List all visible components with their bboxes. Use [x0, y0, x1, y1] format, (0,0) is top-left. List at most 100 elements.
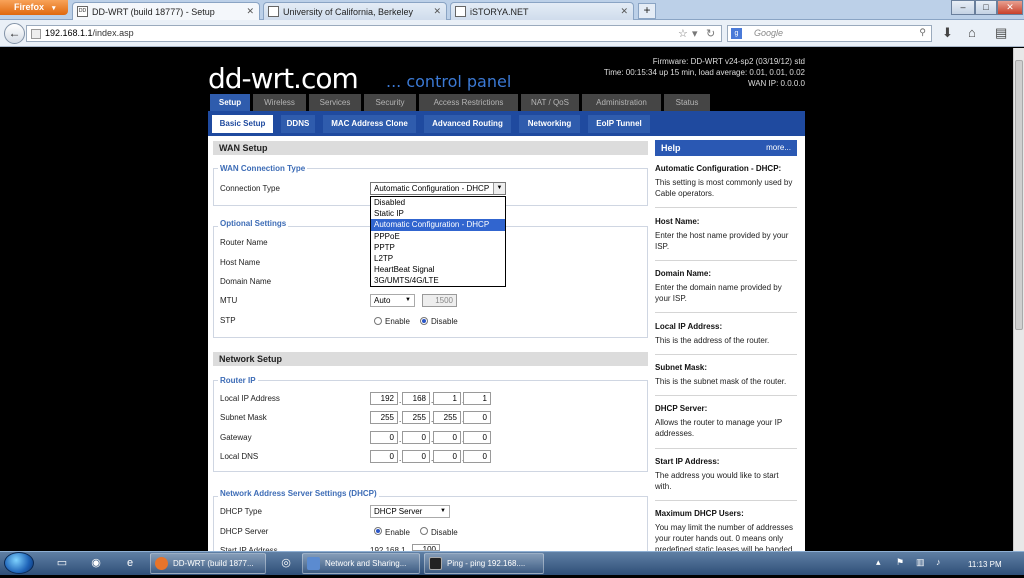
- ie-icon[interactable]: e: [120, 554, 140, 572]
- dhcp-server-label: DHCP Server: [220, 527, 269, 536]
- new-tab-button[interactable]: +: [638, 3, 656, 19]
- local-ip-octet-3[interactable]: 1: [433, 392, 461, 405]
- close-window-button[interactable]: ✕: [997, 0, 1023, 15]
- tab-services[interactable]: Services: [309, 94, 361, 111]
- tab-nat-qos[interactable]: NAT / QoS: [521, 94, 579, 111]
- close-tab-icon[interactable]: ✕: [433, 6, 441, 17]
- optional-settings-legend: Optional Settings: [218, 219, 289, 228]
- tab-berkeley[interactable]: University of California, Berkeley ✕: [263, 2, 447, 20]
- mtu-mode-select[interactable]: Auto ▼: [370, 294, 415, 307]
- local-ip-octet-4[interactable]: 1: [463, 392, 491, 405]
- home-icon[interactable]: ⌂: [968, 25, 976, 40]
- subnet-octet-1[interactable]: 255: [370, 411, 398, 424]
- download-icon[interactable]: ⬇: [942, 25, 953, 41]
- taskbar-network-button[interactable]: Network and Sharing...: [302, 553, 420, 574]
- gateway-octet-4[interactable]: 0: [463, 431, 491, 444]
- back-button[interactable]: ←: [4, 23, 25, 44]
- dhcp-type-value: DHCP Server: [374, 507, 423, 516]
- tab-security[interactable]: Security: [364, 94, 416, 111]
- option-dhcp[interactable]: Automatic Configuration - DHCP: [371, 219, 505, 231]
- help-more-link[interactable]: more...: [766, 143, 791, 152]
- option-pptp[interactable]: PPTP: [371, 242, 505, 253]
- dhcp-type-select[interactable]: DHCP Server ▼: [370, 505, 450, 518]
- help-item-title: Host Name:: [655, 217, 700, 226]
- help-item-text: Enter the host name provided by your ISP…: [655, 231, 789, 251]
- help-divider: [655, 312, 797, 313]
- gateway-octet-3[interactable]: 0: [433, 431, 461, 444]
- gateway-octet-1[interactable]: 0: [370, 431, 398, 444]
- media-icon[interactable]: ◉: [86, 554, 106, 572]
- subtab-ddns[interactable]: DDNS: [281, 115, 315, 133]
- minimize-button[interactable]: –: [951, 0, 975, 15]
- close-tab-icon[interactable]: ✕: [246, 6, 254, 17]
- help-divider: [655, 395, 797, 396]
- taskbar-clock[interactable]: 11:13 PM: [968, 560, 1002, 569]
- dhcp-disable-radio[interactable]: [420, 527, 428, 535]
- wan-connection-legend: WAN Connection Type: [218, 164, 308, 173]
- subnet-octet-3[interactable]: 255: [433, 411, 461, 424]
- option-static-ip[interactable]: Static IP: [371, 208, 505, 219]
- help-item: DHCP Server: Allows the router to manage…: [655, 404, 797, 439]
- url-bar[interactable]: 192.168.1.1/index.asp: [26, 25, 722, 42]
- stp-disable-radio[interactable]: [420, 317, 428, 325]
- reload-icon[interactable]: ↻: [706, 27, 715, 40]
- subnet-octet-2[interactable]: 255: [402, 411, 430, 424]
- taskbar-firefox-button[interactable]: DD-WRT (build 1877...: [150, 553, 266, 574]
- start-button[interactable]: [4, 552, 34, 574]
- gateway-octet-2[interactable]: 0: [402, 431, 430, 444]
- subtab-advanced-routing[interactable]: Advanced Routing: [424, 115, 511, 133]
- dns-octet-1[interactable]: 0: [370, 450, 398, 463]
- chevron-down-icon: ▾: [52, 5, 56, 12]
- option-disabled[interactable]: Disabled: [371, 197, 505, 208]
- local-ip-octet-2[interactable]: 168: [402, 392, 430, 405]
- tab-istorya[interactable]: iSTORYA.NET ✕: [450, 2, 634, 20]
- help-item-text: You may limit the number of addresses yo…: [655, 523, 793, 551]
- dns-octet-2[interactable]: 0: [402, 450, 430, 463]
- taskbar-ping-button[interactable]: Ping - ping 192.168....: [424, 553, 544, 574]
- stp-label: STP: [220, 316, 236, 325]
- uptime-text: Time: 00:15:34 up 15 min, load average: …: [603, 68, 805, 77]
- search-icon[interactable]: ⚲: [919, 27, 926, 38]
- explorer-icon[interactable]: ▭: [52, 554, 72, 572]
- menu-icon[interactable]: ▤: [995, 25, 1007, 41]
- option-l2tp[interactable]: L2TP: [371, 253, 505, 264]
- wan-ip-text: WAN IP: 0.0.0.0: [747, 79, 805, 88]
- tab-wireless[interactable]: Wireless: [253, 94, 306, 111]
- tab-ddwrt[interactable]: DD DD-WRT (build 18777) - Setup ✕: [72, 2, 260, 20]
- search-input[interactable]: g Google ⚲: [727, 25, 932, 42]
- subtab-mac-clone[interactable]: MAC Address Clone: [323, 115, 416, 133]
- tab-setup[interactable]: Setup: [210, 94, 250, 111]
- arrow-left-icon: ←: [8, 26, 21, 40]
- istorya-favicon-icon: [455, 6, 466, 17]
- stp-enable-radio[interactable]: [374, 317, 382, 325]
- firefox-menu-button[interactable]: Firefox ▾: [0, 0, 68, 15]
- start-ip-last-octet[interactable]: 100: [412, 544, 440, 551]
- connection-type-select[interactable]: Automatic Configuration - DHCP ▼: [370, 182, 506, 195]
- option-pppoe[interactable]: PPPoE: [371, 231, 505, 242]
- tab-administration[interactable]: Administration: [582, 94, 661, 111]
- help-item: Subnet Mask: This is the subnet mask of …: [655, 363, 797, 387]
- tab-access-restrictions[interactable]: Access Restrictions: [419, 94, 518, 111]
- close-tab-icon[interactable]: ✕: [620, 6, 628, 17]
- maximize-button[interactable]: □: [975, 0, 997, 15]
- bookmark-star-icon[interactable]: ☆: [678, 27, 688, 40]
- local-ip-octet-1[interactable]: 192: [370, 392, 398, 405]
- dns-octet-4[interactable]: 0: [463, 450, 491, 463]
- connection-type-dropdown[interactable]: Disabled Static IP Automatic Configurati…: [370, 196, 506, 287]
- option-heartbeat[interactable]: HeartBeat Signal: [371, 264, 505, 275]
- mtu-value-input[interactable]: 1500: [422, 294, 457, 307]
- dhcp-enable-radio[interactable]: [374, 527, 382, 535]
- subtab-eoip-tunnel[interactable]: EoIP Tunnel: [588, 115, 650, 133]
- page-scrollbar[interactable]: [1013, 48, 1024, 551]
- dropdown-arrow-icon[interactable]: ▾: [692, 27, 698, 40]
- subnet-octet-4[interactable]: 0: [463, 411, 491, 424]
- scrollbar-thumb[interactable]: [1015, 60, 1023, 330]
- local-dns-label: Local DNS: [220, 452, 259, 461]
- subtab-basic-setup[interactable]: Basic Setup: [212, 115, 273, 133]
- dns-octet-3[interactable]: 0: [433, 450, 461, 463]
- mtu-mode-value: Auto: [374, 296, 391, 305]
- chrome-icon[interactable]: ◎: [276, 554, 296, 572]
- tab-status[interactable]: Status: [664, 94, 710, 111]
- option-3g[interactable]: 3G/UMTS/4G/LTE: [371, 275, 505, 286]
- subtab-networking[interactable]: Networking: [519, 115, 580, 133]
